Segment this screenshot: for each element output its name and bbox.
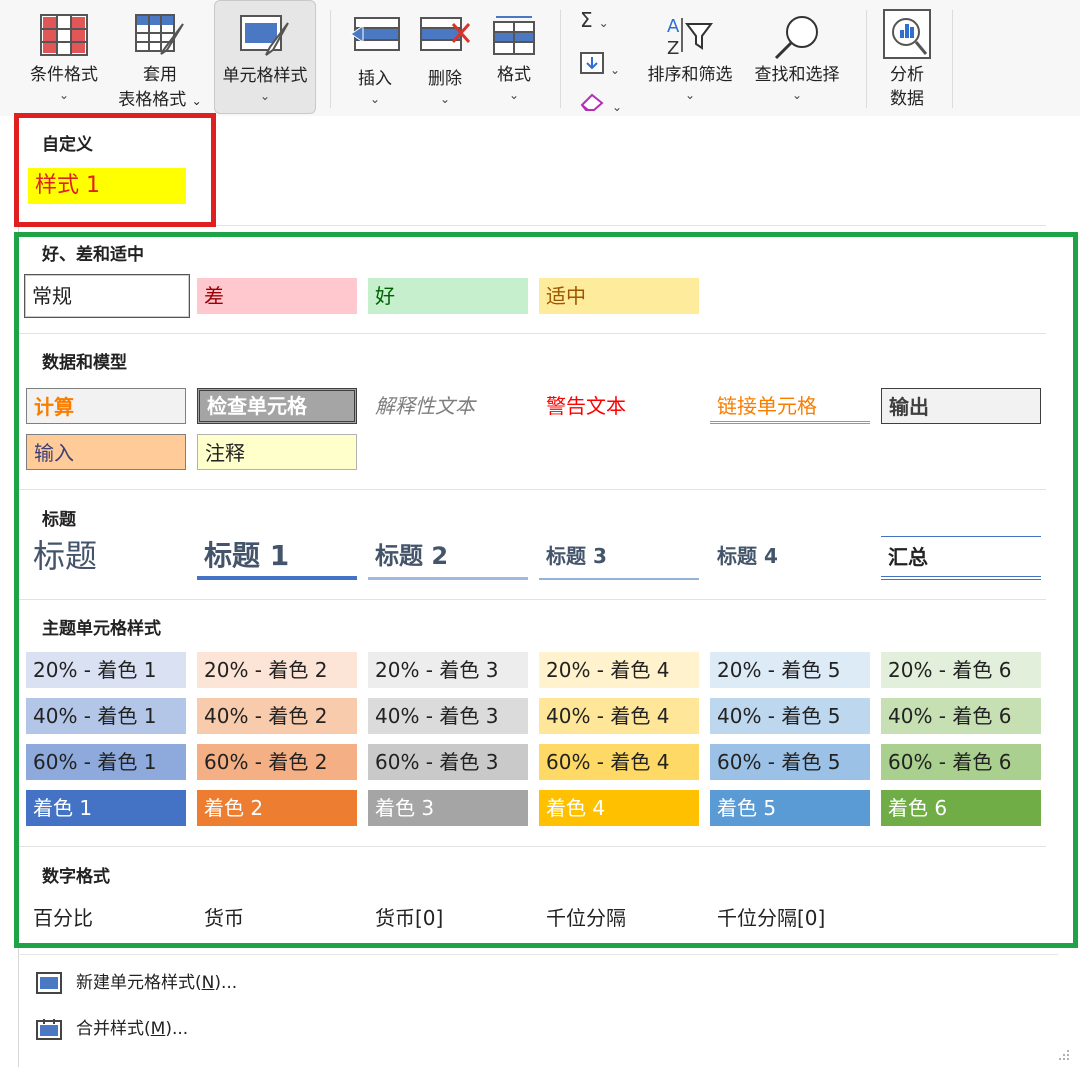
ribbon: 条件格式 ⌄ 套用 表格格式 ⌄ 单元格样式 ⌄ 插入 ⌄ 删除 ⌄ 格式 ⌄ … <box>0 0 1080 116</box>
menu-merge-styles-accelerator: M <box>150 1019 166 1039</box>
cell-styles-button[interactable]: 单元格样式 ⌄ <box>214 0 316 114</box>
format-as-table-label-1: 套用 <box>143 65 177 85</box>
format-as-table-button[interactable]: 套用 表格格式 ⌄ <box>112 0 208 112</box>
conditional-format-icon <box>40 14 88 56</box>
menu-merge-styles-ellipsis: )... <box>165 1019 189 1039</box>
highlight-box-custom <box>14 113 216 227</box>
chevron-down-icon: ⌄ <box>369 92 381 106</box>
new-style-icon <box>36 972 62 994</box>
magnifier-icon <box>774 16 818 60</box>
insert-button[interactable]: 插入 ⌄ <box>342 0 408 112</box>
cell-styles-label: 单元格样式 <box>222 66 308 86</box>
highlight-box-builtin <box>14 232 1078 948</box>
chevron-down-icon: ⌄ <box>259 89 271 103</box>
merge-styles-icon <box>36 1019 62 1040</box>
menu-merge-styles[interactable]: 合并样式(M)... <box>36 1014 188 1040</box>
svg-text:A: A <box>667 16 680 37</box>
table-brush-icon <box>135 14 184 55</box>
fill-button[interactable]: ⌄ <box>580 52 620 79</box>
chevron-down-icon: ⌄ <box>598 16 609 30</box>
format-cells-icon <box>493 16 535 55</box>
format-label: 格式 <box>497 65 531 85</box>
chevron-down-icon: ⌄ <box>439 92 451 106</box>
chevron-down-icon: ⌄ <box>191 94 202 108</box>
ribbon-divider <box>952 10 953 108</box>
ribbon-divider <box>330 10 331 108</box>
insert-cells-icon <box>350 17 400 51</box>
fill-down-icon <box>580 52 604 74</box>
menu-new-cell-style-label: 新建单元格样式( <box>76 973 202 993</box>
analyze-data-label-2: 数据 <box>890 89 924 109</box>
sort-filter-label: 排序和筛选 <box>647 65 733 85</box>
find-select-button[interactable]: 查找和选择 ⌄ <box>746 0 848 112</box>
analyze-data-label-1: 分析 <box>890 65 924 85</box>
format-as-table-label-2: 表格格式 <box>118 90 187 110</box>
menu-new-cell-style-accelerator: N <box>201 973 215 993</box>
svg-text:Z: Z <box>667 38 679 58</box>
chevron-down-icon: ⌄ <box>610 63 621 77</box>
conditional-format-label: 条件格式 <box>30 65 98 85</box>
sigma-icon: Σ <box>580 8 593 32</box>
sort-filter-icon: A Z <box>667 16 713 58</box>
chevron-down-icon: ⌄ <box>612 100 623 114</box>
menu-new-cell-style[interactable]: 新建单元格样式(N)... <box>36 968 237 994</box>
autosum-button[interactable]: Σ ⌄ <box>580 8 609 32</box>
ribbon-divider <box>560 10 561 108</box>
delete-button[interactable]: 删除 ⌄ <box>412 0 478 112</box>
clear-button[interactable]: ⌄ <box>580 92 622 116</box>
chevron-down-icon: ⌄ <box>508 88 520 102</box>
eraser-icon <box>580 93 604 111</box>
format-as-table-label-2-row: 表格格式 ⌄ <box>112 89 208 112</box>
chevron-down-icon: ⌄ <box>791 88 803 102</box>
insert-label: 插入 <box>358 69 392 89</box>
resize-grip-icon[interactable] <box>1058 1048 1070 1060</box>
chevron-down-icon: ⌄ <box>58 88 70 102</box>
format-button[interactable]: 格式 ⌄ <box>482 0 546 112</box>
menu-new-cell-style-ellipsis: )... <box>214 973 238 993</box>
analyze-data-icon <box>883 9 931 59</box>
conditional-format-button[interactable]: 条件格式 ⌄ <box>20 0 108 112</box>
divider <box>18 954 1058 955</box>
analyze-data-button[interactable]: 分析 数据 <box>876 0 938 112</box>
cell-style-brush-icon <box>240 15 289 56</box>
delete-cells-icon <box>420 17 471 51</box>
sort-filter-button[interactable]: A Z 排序和筛选 ⌄ <box>640 0 740 112</box>
find-select-label: 查找和选择 <box>754 65 840 85</box>
ribbon-divider <box>866 10 867 108</box>
menu-merge-styles-label: 合并样式( <box>76 1019 151 1039</box>
chevron-down-icon: ⌄ <box>684 88 696 102</box>
delete-label: 删除 <box>428 69 462 89</box>
